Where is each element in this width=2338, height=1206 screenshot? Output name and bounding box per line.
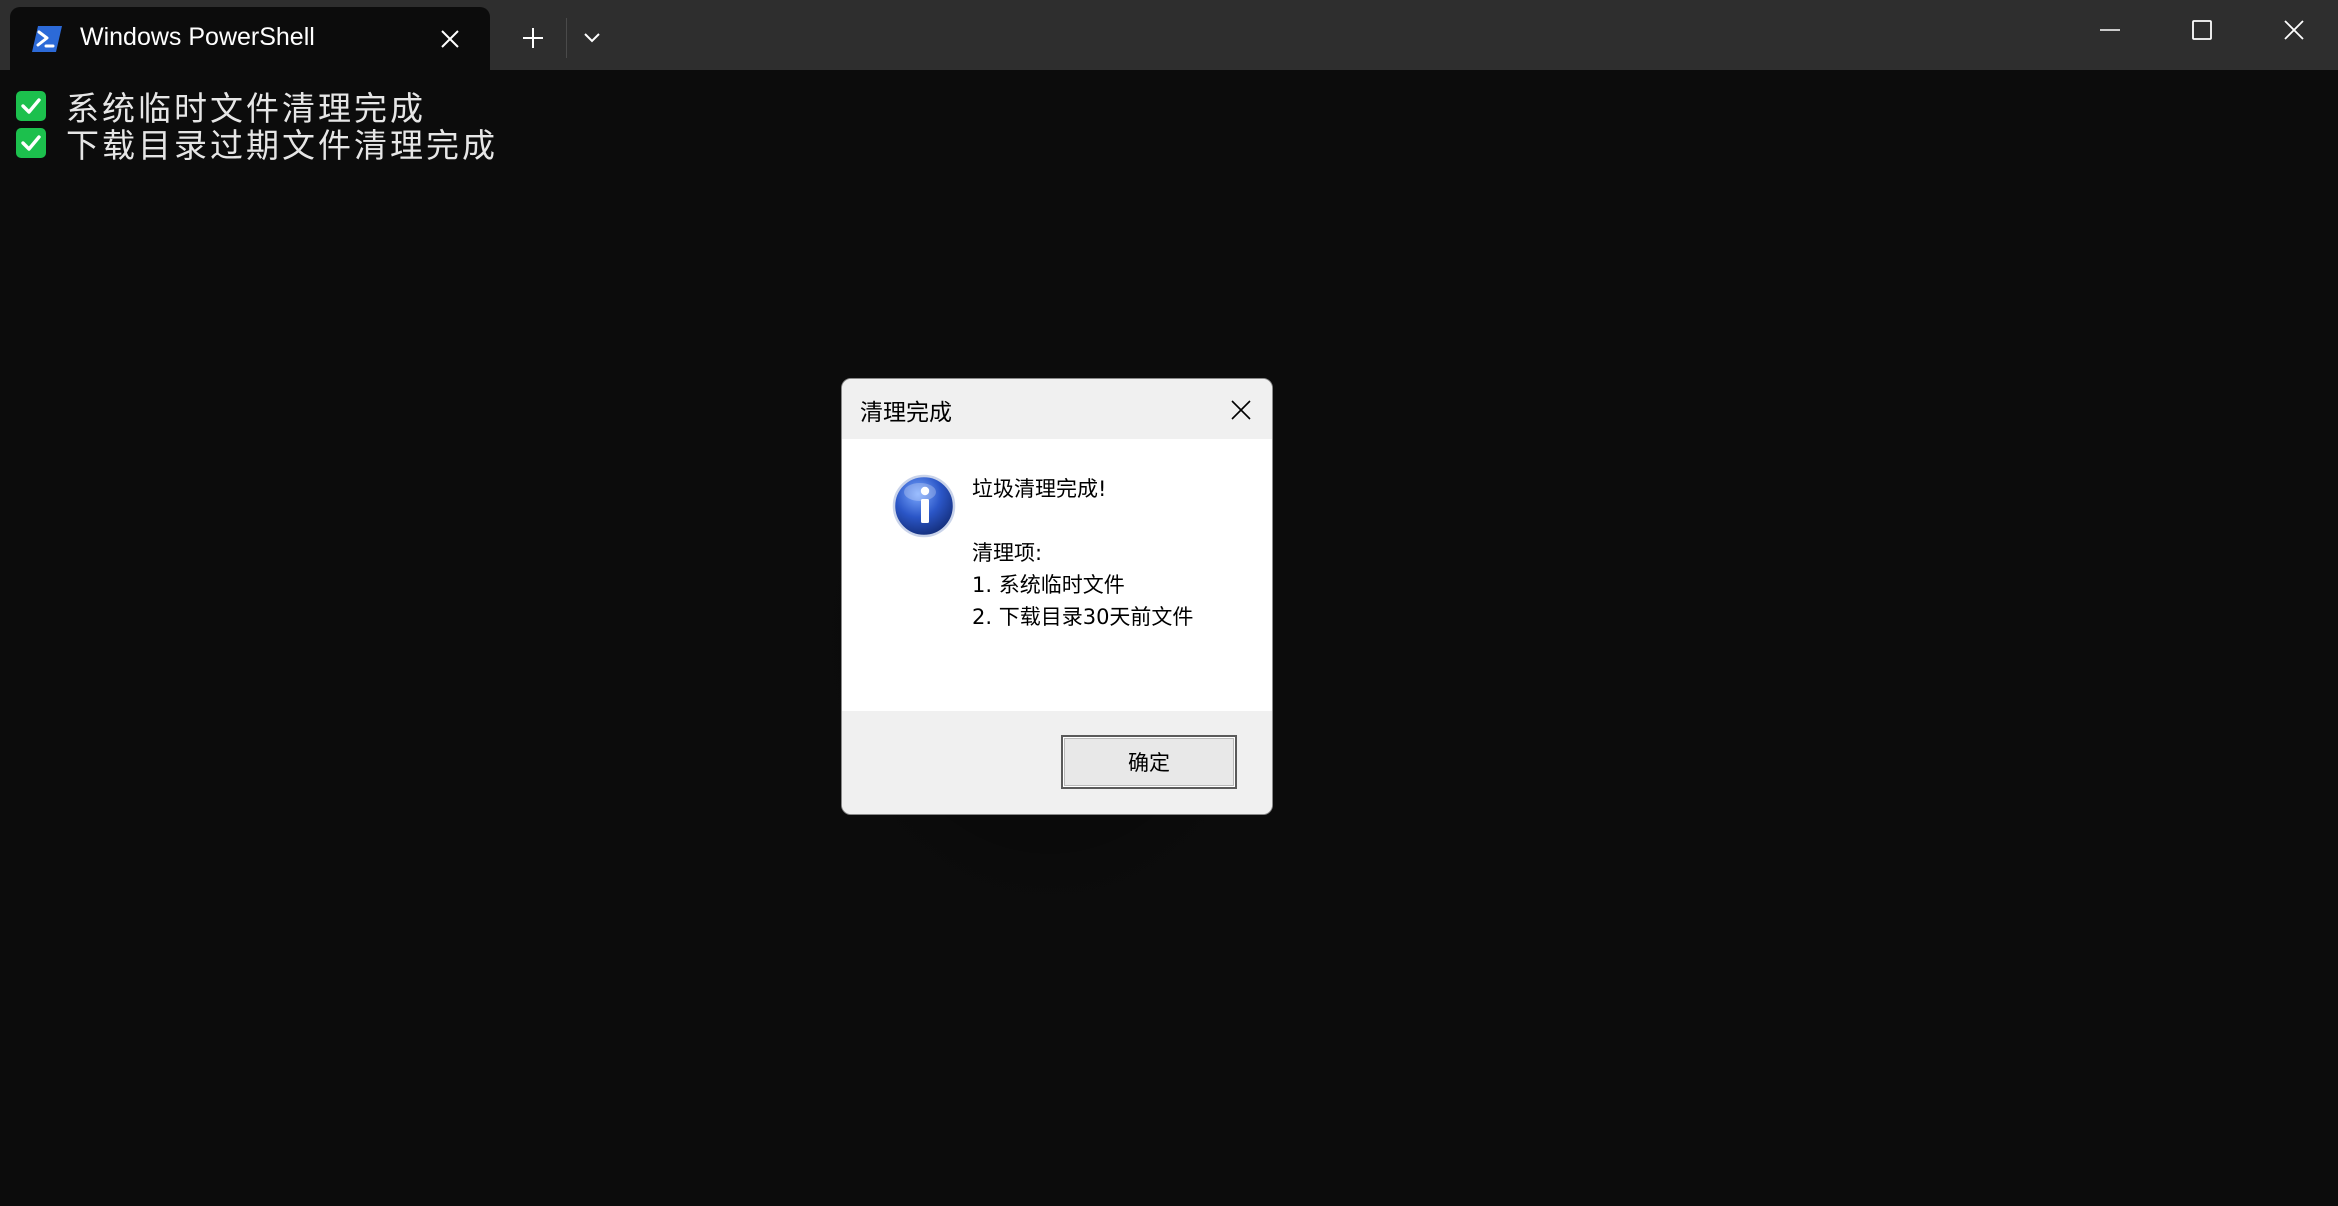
terminal-line: 下载目录过期文件清理完成 (16, 125, 498, 165)
dialog-close-button[interactable] (1222, 391, 1260, 429)
dialog-message: 垃圾清理完成! 清理项: 1. 系统临时文件 2. 下载目录30天前文件 (972, 473, 1262, 633)
dialog-footer: 确定 (842, 711, 1272, 814)
dialog-title: 清理完成 (860, 400, 952, 426)
profile-dropdown-button[interactable] (568, 14, 616, 62)
new-tab-button[interactable] (506, 14, 560, 62)
check-mark-icon (16, 91, 46, 121)
message-item: 1. 系统临时文件 (972, 573, 1125, 597)
dialog-body: 垃圾清理完成! 清理项: 1. 系统临时文件 2. 下载目录30天前文件 (842, 439, 1272, 711)
info-icon (892, 474, 956, 538)
title-bar: Windows PowerShell (0, 0, 2338, 70)
message-headline: 垃圾清理完成! (972, 477, 1107, 501)
close-icon (1231, 400, 1251, 420)
close-icon (2284, 20, 2304, 40)
message-item: 2. 下载目录30天前文件 (972, 605, 1194, 629)
message-list-title: 清理项: (972, 541, 1043, 565)
maximize-icon (2192, 20, 2212, 40)
check-mark-glyph (21, 98, 41, 114)
close-icon (441, 30, 459, 48)
tab-windows-powershell[interactable]: Windows PowerShell (10, 7, 490, 70)
plus-icon (523, 28, 543, 48)
minimize-icon (2100, 29, 2120, 31)
message-box-dialog: 清理完成 垃圾清理完成! 清理项: 1. 系统临时文件 2. 下载目录30天前文… (841, 378, 1273, 815)
powershell-icon (32, 26, 62, 52)
check-mark-glyph (21, 135, 41, 151)
tab-close-button[interactable] (430, 19, 470, 59)
tab-divider (566, 18, 567, 58)
terminal-line-text: 下载目录过期文件清理完成 (66, 126, 498, 165)
chevron-down-icon (584, 33, 600, 43)
dialog-title-bar[interactable]: 清理完成 (842, 379, 1272, 439)
check-mark-icon (16, 128, 46, 158)
tab-title: Windows PowerShell (80, 23, 315, 51)
minimize-button[interactable] (2064, 0, 2156, 60)
ok-button[interactable]: 确定 (1061, 735, 1237, 789)
maximize-button[interactable] (2156, 0, 2248, 60)
window-close-button[interactable] (2248, 0, 2338, 60)
